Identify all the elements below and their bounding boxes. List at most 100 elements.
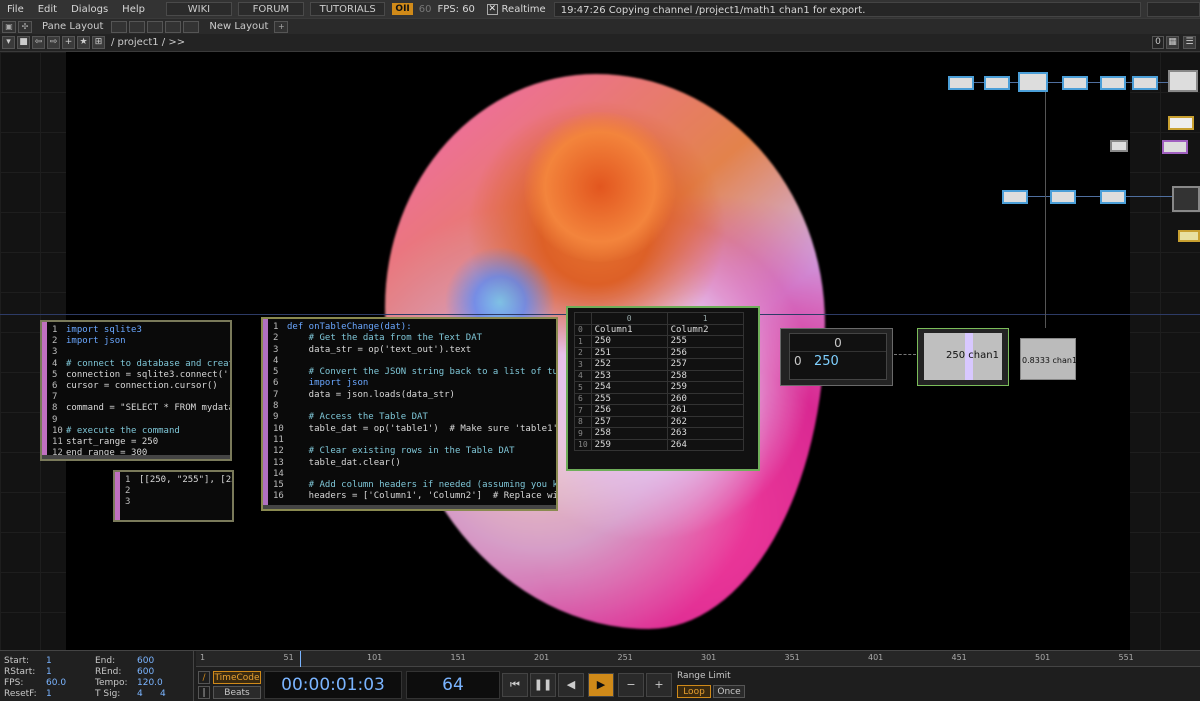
dat-sqlite-code[interactable]: 1 import sqlite3 2 import json 3 4 # connect t… [42, 322, 230, 459]
frame-display[interactable]: 64 [406, 671, 500, 699]
pause-icon[interactable]: ❚❚ [530, 673, 556, 697]
table-cell[interactable]: 261 [666, 404, 744, 417]
start-value[interactable]: 1 [46, 656, 52, 666]
node-top5[interactable] [1100, 76, 1126, 90]
node-purple[interactable] [1162, 140, 1188, 154]
node-mid2[interactable] [1050, 190, 1076, 204]
node-top6[interactable] [1132, 76, 1158, 90]
table-cell[interactable]: 257 [666, 358, 744, 371]
table-cell[interactable]: 255 [666, 335, 744, 348]
node-small[interactable] [1110, 140, 1128, 152]
timecode-mode-button[interactable]: TimeCode [213, 671, 261, 684]
playhead[interactable] [300, 651, 301, 667]
table-row[interactable]: 0 Column1 Column2 [574, 323, 744, 336]
step-back-icon[interactable]: ◀ [558, 673, 584, 697]
chop-chan1[interactable]: 250 chan1 [917, 328, 1009, 386]
tsig-denominator[interactable]: 4 [160, 689, 166, 699]
table-cell[interactable]: 255 [590, 392, 668, 405]
table-cell[interactable]: 258 [590, 427, 668, 440]
table-cell[interactable]: 257 [590, 415, 668, 428]
chop-select-value[interactable]: 0 0 250 [780, 328, 893, 386]
timecode-display[interactable]: 00:00:01:03 [264, 671, 402, 699]
table-cell[interactable]: 250 [590, 335, 668, 348]
menu-file[interactable]: File [0, 4, 31, 15]
table-row[interactable]: 4 253 258 [574, 369, 744, 382]
tutorials-button[interactable]: TUTORIALS [309, 2, 386, 16]
table-cell[interactable]: 256 [666, 346, 744, 359]
pane-id[interactable]: 0 [1152, 36, 1164, 49]
op-snippets-badge[interactable]: OII [392, 3, 413, 15]
dat-json-output[interactable]: 1 [[250, "255"], [25 2 3 [113, 470, 234, 522]
timecode-toggle-icon[interactable]: / [198, 671, 210, 684]
beats-toggle-icon[interactable]: | [198, 686, 210, 699]
node-mid4[interactable] [1172, 186, 1200, 212]
chop-math1[interactable]: 0.8333 chan1 [1020, 338, 1077, 380]
tempo-value[interactable]: 120.0 [137, 678, 163, 688]
dat-callback-code[interactable]: 1 def onTableChange(dat): 2 # Get the data… [263, 319, 556, 509]
table-cell[interactable]: 264 [666, 438, 744, 451]
dat-table1[interactable]: 0 1 0 Column1 Column2 1 250 255 2 251 256 3 252 257 4 2… [566, 306, 760, 471]
table-row[interactable]: 9 258 263 [574, 427, 744, 440]
node-mid1[interactable] [1002, 190, 1028, 204]
table-cell[interactable]: 259 [666, 381, 744, 394]
node-top7[interactable] [1168, 70, 1198, 92]
compass-icon[interactable]: ✣ [18, 20, 32, 33]
table-cell[interactable]: 256 [590, 404, 668, 417]
dat-sqlite-script[interactable]: 1 import sqlite3 2 import json 3 4 # connect t… [40, 320, 232, 461]
table-cell[interactable]: 258 [666, 369, 744, 382]
loop-button[interactable]: Loop [677, 685, 711, 698]
node-top4[interactable] [1062, 76, 1088, 90]
forum-button[interactable]: FORUM [237, 2, 304, 16]
layout-split-v-icon[interactable] [147, 20, 164, 33]
rstart-value[interactable]: 1 [46, 667, 52, 677]
end-value[interactable]: 600 [137, 656, 154, 666]
table-cell[interactable]: Column2 [666, 323, 744, 336]
menu-dialogs[interactable]: Dialogs [64, 4, 115, 15]
network-editor[interactable]: 1 import sqlite3 2 import json 3 4 # connect t… [0, 52, 1200, 650]
image-icon[interactable]: ▣ [2, 20, 16, 33]
node-mid3[interactable] [1100, 190, 1126, 204]
table-row[interactable]: 6 255 260 [574, 392, 744, 405]
table-cell[interactable]: 263 [666, 427, 744, 440]
back-icon[interactable]: ⇦ [32, 36, 45, 49]
home-icon[interactable]: + [62, 36, 75, 49]
table-cell[interactable]: 262 [666, 415, 744, 428]
step-minus-icon[interactable]: − [618, 673, 644, 697]
dat-json-code[interactable]: 1 [[250, "255"], [25 2 3 [115, 472, 232, 520]
table-row[interactable]: 1 250 255 [574, 335, 744, 348]
once-button[interactable]: Once [713, 685, 745, 698]
timeline-ruler[interactable]: 151101151201251301351401451501551600 [196, 651, 1200, 667]
up-level-icon[interactable]: ⊞ [92, 36, 105, 49]
table-cell[interactable]: Column1 [590, 323, 668, 336]
table-cell[interactable]: 254 [590, 381, 668, 394]
network-path[interactable]: / project1 / >> [111, 37, 185, 48]
layout-quad-icon[interactable] [165, 20, 182, 33]
table-row[interactable]: 2 251 256 [574, 346, 744, 359]
wiki-button[interactable]: WIKI [165, 2, 232, 16]
resetf-value[interactable]: 1 [46, 689, 52, 699]
node-top1[interactable] [948, 76, 974, 90]
play-icon[interactable]: ▶ [588, 673, 614, 697]
node-yellow1[interactable] [1168, 116, 1194, 130]
node-yellow2[interactable] [1178, 230, 1200, 242]
tsig-numerator[interactable]: 4 [137, 689, 143, 699]
table-row[interactable]: 8 257 262 [574, 415, 744, 428]
new-layout-label[interactable]: New Layout [209, 21, 268, 32]
table-cell[interactable]: 259 [590, 438, 668, 451]
pane-menu-icon[interactable]: ▾ [2, 36, 15, 49]
table-cell[interactable]: 251 [590, 346, 668, 359]
rend-value[interactable]: 600 [137, 667, 154, 677]
table-row[interactable]: 7 256 261 [574, 404, 744, 417]
list-view-icon[interactable]: ☰ [1183, 36, 1196, 49]
table-row[interactable]: 5 254 259 [574, 381, 744, 394]
add-layout-button[interactable]: + [274, 20, 289, 33]
table-cell[interactable]: 260 [666, 392, 744, 405]
node-top3[interactable] [1018, 72, 1048, 92]
dat-table-callback[interactable]: 1 def onTableChange(dat): 2 # Get the data… [261, 317, 558, 511]
menu-edit[interactable]: Edit [31, 4, 64, 15]
forward-icon[interactable]: ⇨ [47, 36, 60, 49]
fps-value[interactable]: 60.0 [46, 678, 66, 688]
stop-icon[interactable]: ■ [17, 36, 30, 49]
step-plus-icon[interactable]: + [646, 673, 672, 697]
realtime-checkbox[interactable]: ✕ [486, 3, 498, 15]
